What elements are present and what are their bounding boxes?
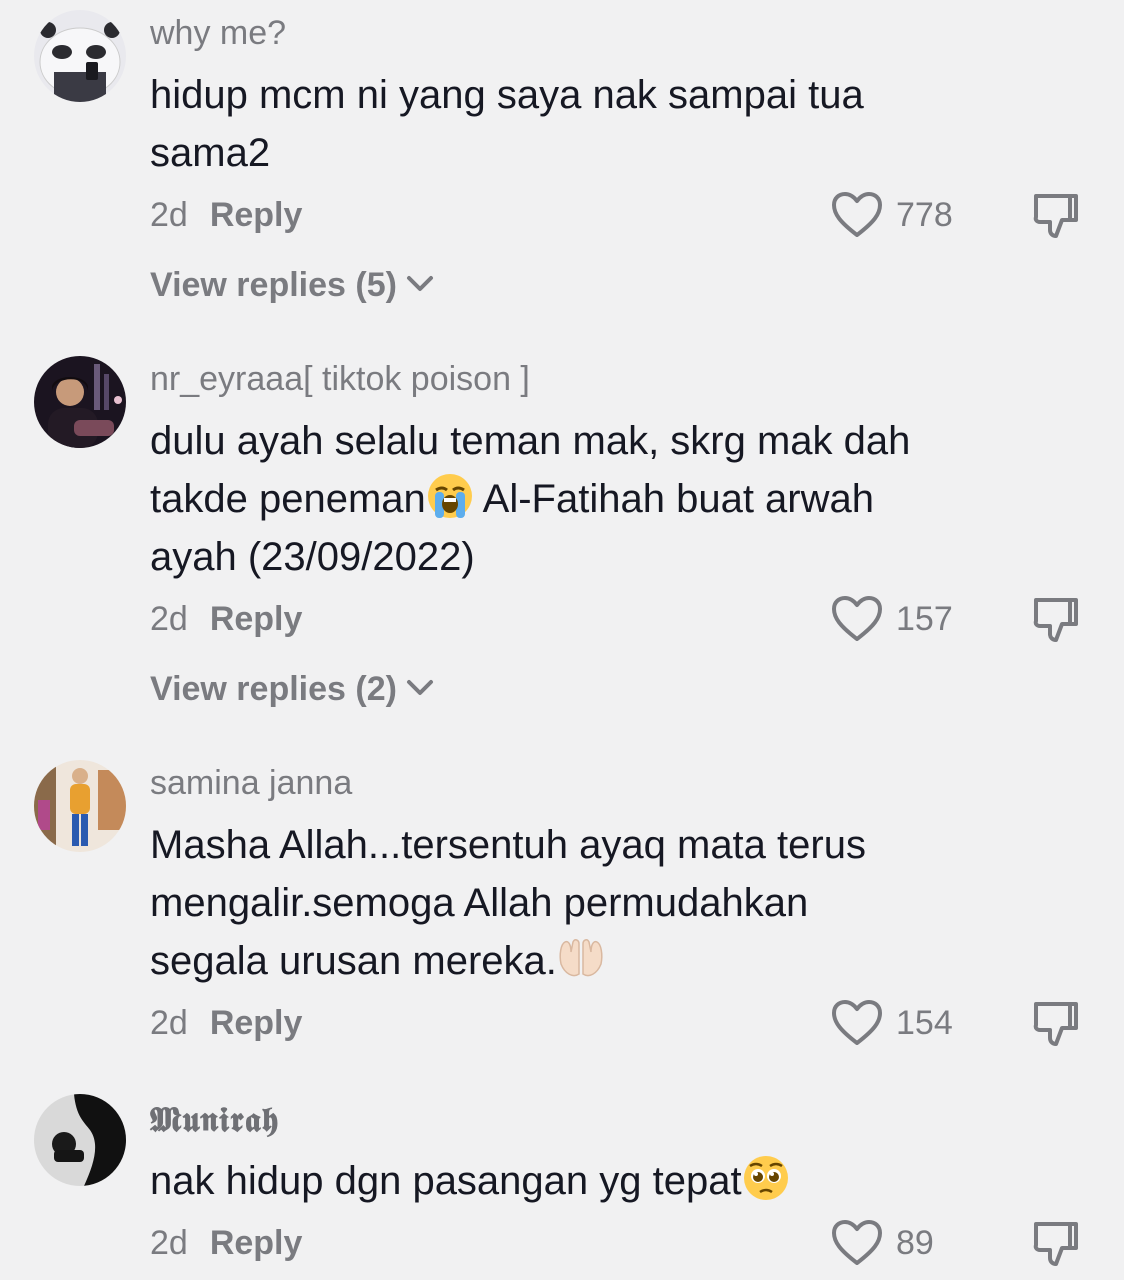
like-button[interactable]: 778: [830, 190, 953, 240]
comment-meta: 2d Reply: [150, 196, 302, 235]
timestamp: 2d: [150, 600, 188, 638]
comment-text-line: segala urusan mereka.: [150, 932, 970, 990]
heart-icon: [832, 596, 882, 641]
like-count: 89: [896, 1223, 934, 1262]
chevron-down-icon: [406, 276, 433, 291]
view-replies-label: View replies (2): [150, 670, 397, 708]
like-button[interactable]: 157: [830, 594, 953, 644]
username[interactable]: nr_eyraaa[ tiktok poison ]: [150, 360, 530, 399]
dislike-icon[interactable]: [1030, 594, 1082, 646]
comment-meta: 2d Reply: [150, 1004, 302, 1043]
comment-text-segment: Al-Fatihah buat arwah: [473, 477, 874, 521]
username[interactable]: samina janna: [150, 764, 352, 803]
loudly-crying-face-emoji-icon: [427, 474, 472, 518]
comment-text-line: dulu ayah selalu teman mak, skrg mak dah: [150, 419, 911, 463]
dislike-icon[interactable]: [1030, 998, 1082, 1050]
comment-text-segment: takde peneman: [150, 477, 426, 521]
username[interactable]: 𝕸𝖚𝖓𝖎𝖗𝖆𝖍: [150, 1100, 280, 1140]
like-count: 157: [896, 599, 953, 638]
comment-text: hidup mcm ni yang saya nak sampai tua sa…: [150, 66, 970, 182]
heart-icon: [832, 1000, 882, 1045]
reply-button[interactable]: Reply: [210, 196, 303, 234]
timestamp: 2d: [150, 1224, 188, 1262]
like-button[interactable]: 154: [830, 998, 953, 1048]
heart-icon: [832, 1220, 882, 1265]
dislike-icon[interactable]: [1030, 190, 1082, 242]
avatar[interactable]: [34, 760, 126, 852]
view-replies-label: View replies (5): [150, 266, 397, 304]
reply-button[interactable]: Reply: [210, 1004, 303, 1042]
comment-text-line: ayah (23/09/2022): [150, 535, 475, 579]
comment-meta: 2d Reply: [150, 600, 302, 639]
like-count: 154: [896, 1003, 953, 1042]
reply-button[interactable]: Reply: [210, 1224, 303, 1262]
user-photo-avatar-icon: [34, 760, 126, 852]
timestamp: 2d: [150, 196, 188, 234]
comment-text-segment: segala urusan mereka.: [150, 939, 557, 983]
comment-meta: 2d Reply: [150, 1224, 302, 1263]
heart-icon: [832, 192, 882, 237]
comment-text: dulu ayah selalu teman mak, skrg mak dah…: [150, 412, 970, 586]
user-photo-avatar-icon: [34, 1094, 126, 1186]
avatar[interactable]: [34, 1094, 126, 1186]
comment-text-line: takde peneman Al-Fatihah buat arwah: [150, 470, 970, 528]
like-count: 778: [896, 195, 953, 234]
pleading-face-emoji-icon: [743, 1156, 788, 1200]
comment-text: Masha Allah...tersentuh ayaq mata terus …: [150, 816, 970, 990]
comment-text-line: sama2: [150, 131, 271, 175]
timestamp: 2d: [150, 1004, 188, 1042]
chevron-down-icon: [406, 680, 433, 695]
reply-button[interactable]: Reply: [210, 600, 303, 638]
panda-avatar-icon: [34, 10, 126, 102]
comment-text-line: Masha Allah...tersentuh ayaq mata terus: [150, 823, 866, 867]
comment-text-line: nak hidup dgn pasangan yg tepat: [150, 1152, 970, 1210]
comment-text: nak hidup dgn pasangan yg tepat: [150, 1152, 970, 1210]
comment-text-line: hidup mcm ni yang saya nak sampai tua: [150, 73, 864, 117]
avatar[interactable]: [34, 10, 126, 102]
comment-text-segment: nak hidup dgn pasangan yg tepat: [150, 1159, 742, 1203]
dislike-icon[interactable]: [1030, 1218, 1082, 1270]
like-button[interactable]: 89: [830, 1218, 934, 1268]
palms-up-together-emoji-icon: [559, 939, 603, 977]
user-photo-avatar-icon: [34, 356, 126, 448]
comment-text-line: mengalir.semoga Allah permudahkan: [150, 881, 809, 925]
username[interactable]: why me?: [150, 14, 286, 53]
view-replies-button[interactable]: View replies (5): [150, 266, 435, 305]
view-replies-button[interactable]: View replies (2): [150, 670, 435, 709]
avatar[interactable]: [34, 356, 126, 448]
